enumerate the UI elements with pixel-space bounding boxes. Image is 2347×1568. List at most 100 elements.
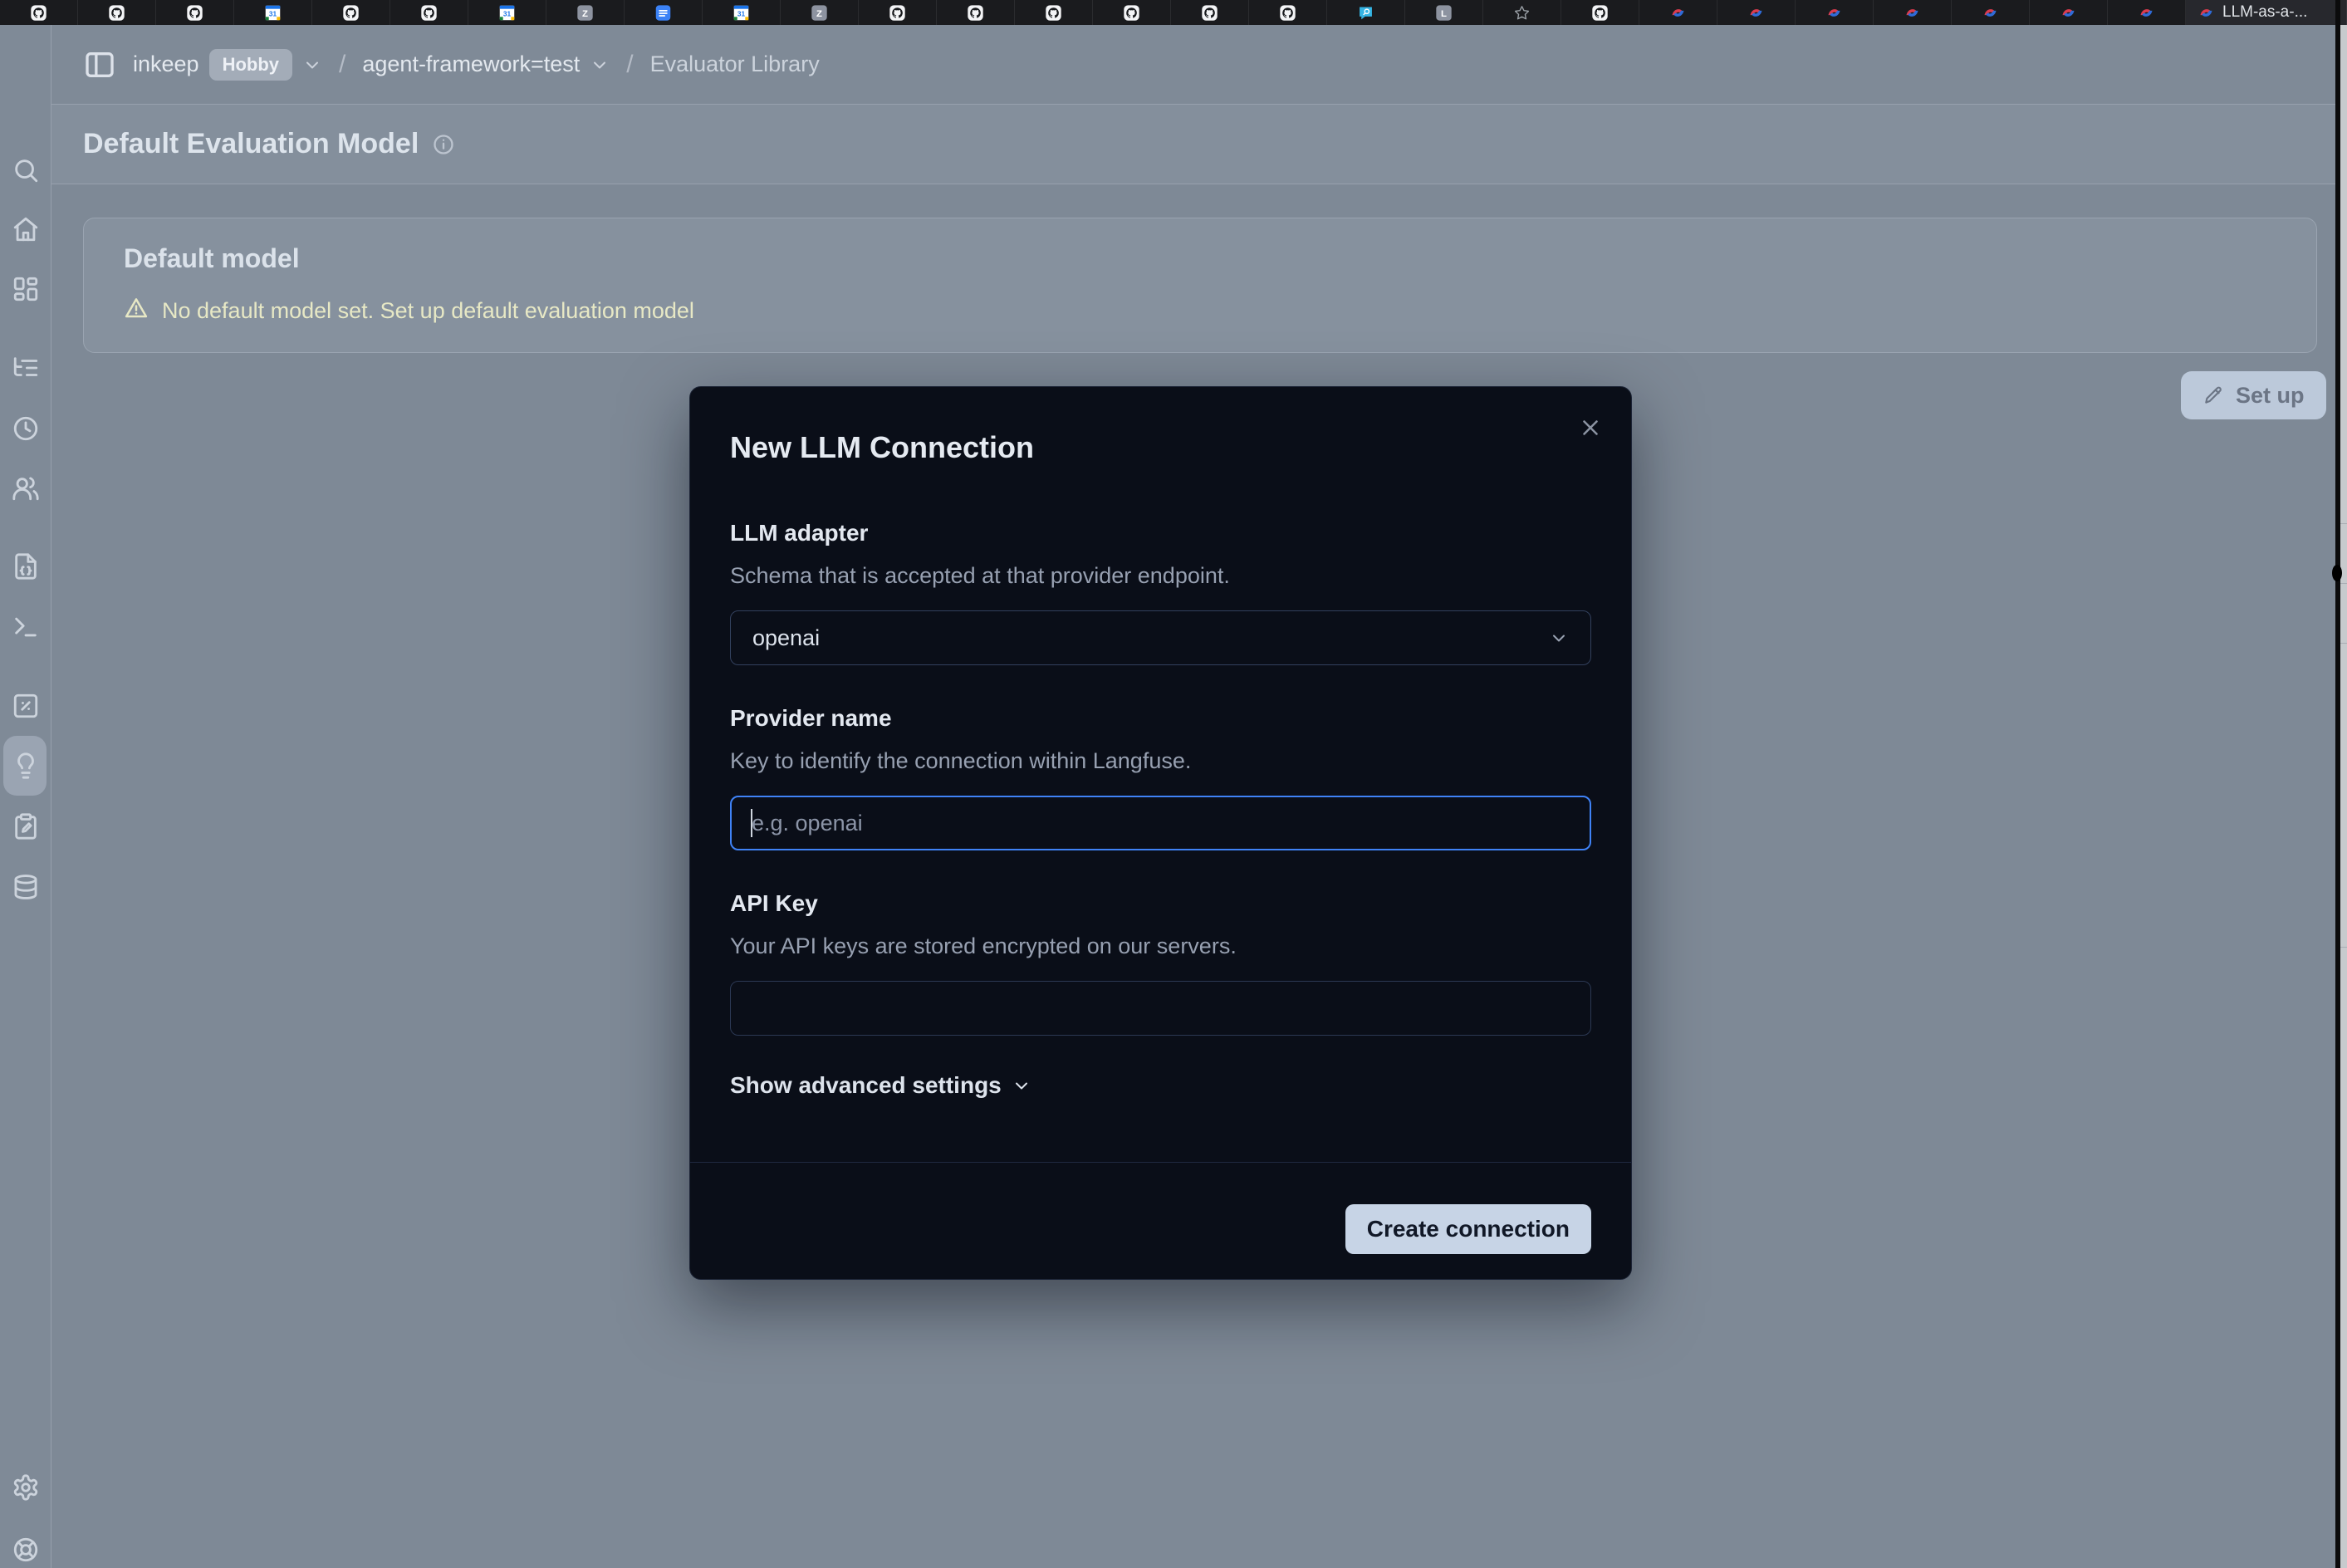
browser-tab[interactable] xyxy=(0,0,78,25)
info-icon[interactable] xyxy=(432,133,455,156)
breadcrumb-separator: / xyxy=(626,51,633,79)
page-title: Default Evaluation Model xyxy=(83,128,419,160)
sidebar-item-playground[interactable] xyxy=(12,613,40,641)
database-icon xyxy=(12,873,40,901)
provider-name-input[interactable] xyxy=(730,796,1591,850)
browser-tab-active[interactable]: LLM-as-a-... xyxy=(2186,0,2347,25)
browser-tab[interactable] xyxy=(1249,0,1327,25)
langfuse-icon xyxy=(1825,4,1843,22)
clipboard-pen-icon xyxy=(12,812,40,840)
browser-tab[interactable] xyxy=(1796,0,1874,25)
breadcrumb-org[interactable]: inkeep xyxy=(133,51,199,77)
github-icon xyxy=(967,4,984,22)
api-key-description: Your API keys are stored encrypted on ou… xyxy=(730,933,1591,959)
browser-tab[interactable] xyxy=(937,0,1015,25)
google-calendar-icon: 31 xyxy=(264,4,282,22)
google-calendar-icon: 31 xyxy=(733,4,750,22)
browser-tab[interactable]: L xyxy=(1405,0,1483,25)
browser-tab[interactable] xyxy=(1561,0,1639,25)
chevron-down-icon[interactable] xyxy=(590,55,610,75)
browser-tab[interactable] xyxy=(1874,0,1952,25)
sidebar-item-search[interactable] xyxy=(12,156,40,184)
api-key-input[interactable] xyxy=(730,981,1591,1036)
sidebar-item-users[interactable] xyxy=(12,474,40,502)
browser-tab[interactable] xyxy=(156,0,234,25)
browser-tab[interactable] xyxy=(625,0,703,25)
gear-icon xyxy=(12,1473,40,1502)
langfuse-icon xyxy=(2060,4,2077,22)
provider-name-description: Key to identify the connection within La… xyxy=(730,748,1591,774)
screen: 31 31 Z 31 Z L LLM-as-a-... inkeep Hobby / age… xyxy=(0,0,2347,1568)
browser-tab[interactable] xyxy=(1717,0,1796,25)
svg-text:Z: Z xyxy=(582,8,588,18)
llm-adapter-select[interactable]: openai xyxy=(730,610,1591,665)
browser-tab[interactable] xyxy=(312,0,390,25)
zotero-icon: Z xyxy=(576,4,594,22)
sidebar-item-models[interactable] xyxy=(12,873,40,901)
show-advanced-settings-toggle[interactable]: Show advanced settings xyxy=(730,1072,1591,1099)
top-navbar: inkeep Hobby / agent-framework=test / Ev… xyxy=(51,25,2335,105)
provider-name-label: Provider name xyxy=(730,705,1591,732)
sidebar-item-annotation[interactable] xyxy=(12,812,40,840)
breadcrumb-project[interactable]: agent-framework=test xyxy=(362,51,580,77)
sidebar-item-prompts[interactable] xyxy=(12,552,40,581)
github-icon xyxy=(108,4,125,22)
github-icon xyxy=(1123,4,1140,22)
sidebar-item-scores[interactable] xyxy=(12,692,40,720)
set-up-button[interactable]: Set up xyxy=(2181,371,2326,419)
browser-tab[interactable] xyxy=(1483,0,1561,25)
text-cursor xyxy=(751,809,752,837)
sidebar-item-support[interactable] xyxy=(12,1536,40,1564)
browser-tab[interactable]: Z xyxy=(546,0,625,25)
close-icon[interactable] xyxy=(1578,415,1603,440)
browser-tab[interactable] xyxy=(1639,0,1717,25)
chat-icon xyxy=(1357,4,1374,22)
browser-tab[interactable]: 31 xyxy=(703,0,781,25)
create-connection-button[interactable]: Create connection xyxy=(1345,1204,1591,1254)
browser-tab[interactable] xyxy=(1015,0,1093,25)
github-icon xyxy=(889,4,906,22)
browser-tab[interactable] xyxy=(2108,0,2186,25)
sidebar-item-evaluators[interactable] xyxy=(12,752,40,780)
browser-tab[interactable] xyxy=(1093,0,1171,25)
zotero-icon: Z xyxy=(811,4,828,22)
svg-text:Z: Z xyxy=(816,8,822,18)
github-icon xyxy=(420,4,438,22)
code-file-icon xyxy=(12,552,40,581)
github-icon xyxy=(1279,4,1296,22)
chevron-down-icon[interactable] xyxy=(302,55,322,75)
browser-tab[interactable] xyxy=(390,0,468,25)
users-icon xyxy=(12,474,40,502)
browser-tab[interactable]: 31 xyxy=(468,0,546,25)
sidebar-item-settings[interactable] xyxy=(12,1473,40,1502)
sidebar-item-tracing[interactable] xyxy=(12,354,40,382)
sidebar-item-home[interactable] xyxy=(12,215,40,243)
browser-tab[interactable] xyxy=(1171,0,1249,25)
clock-icon xyxy=(12,414,40,443)
logseq-icon: L xyxy=(1435,4,1453,22)
google-calendar-icon: 31 xyxy=(498,4,516,22)
lifebuoy-icon xyxy=(12,1536,40,1564)
browser-tab[interactable] xyxy=(1327,0,1405,25)
github-icon xyxy=(1201,4,1218,22)
browser-tab[interactable] xyxy=(859,0,937,25)
sidebar-item-sessions[interactable] xyxy=(12,414,40,443)
browser-tab[interactable] xyxy=(78,0,156,25)
browser-tab[interactable] xyxy=(1952,0,2030,25)
svg-text:31: 31 xyxy=(737,9,746,17)
browser-tab[interactable]: Z xyxy=(781,0,859,25)
sidebar-toggle-icon[interactable] xyxy=(83,48,116,81)
browser-tab[interactable] xyxy=(2030,0,2108,25)
svg-text:31: 31 xyxy=(503,9,512,17)
breadcrumb-page: Evaluator Library xyxy=(650,51,820,77)
sidebar-rail xyxy=(0,25,51,1568)
browser-tab[interactable]: 31 xyxy=(234,0,312,25)
dashboards-icon xyxy=(12,275,40,303)
langfuse-icon xyxy=(2138,4,2155,22)
plan-badge: Hobby xyxy=(209,49,292,81)
llm-adapter-value: openai xyxy=(752,625,820,651)
sidebar-item-dashboards[interactable] xyxy=(12,275,40,303)
warning-text: No default model set. Set up default eva… xyxy=(162,298,694,324)
chevron-down-icon xyxy=(1549,628,1569,648)
home-icon xyxy=(12,215,40,243)
